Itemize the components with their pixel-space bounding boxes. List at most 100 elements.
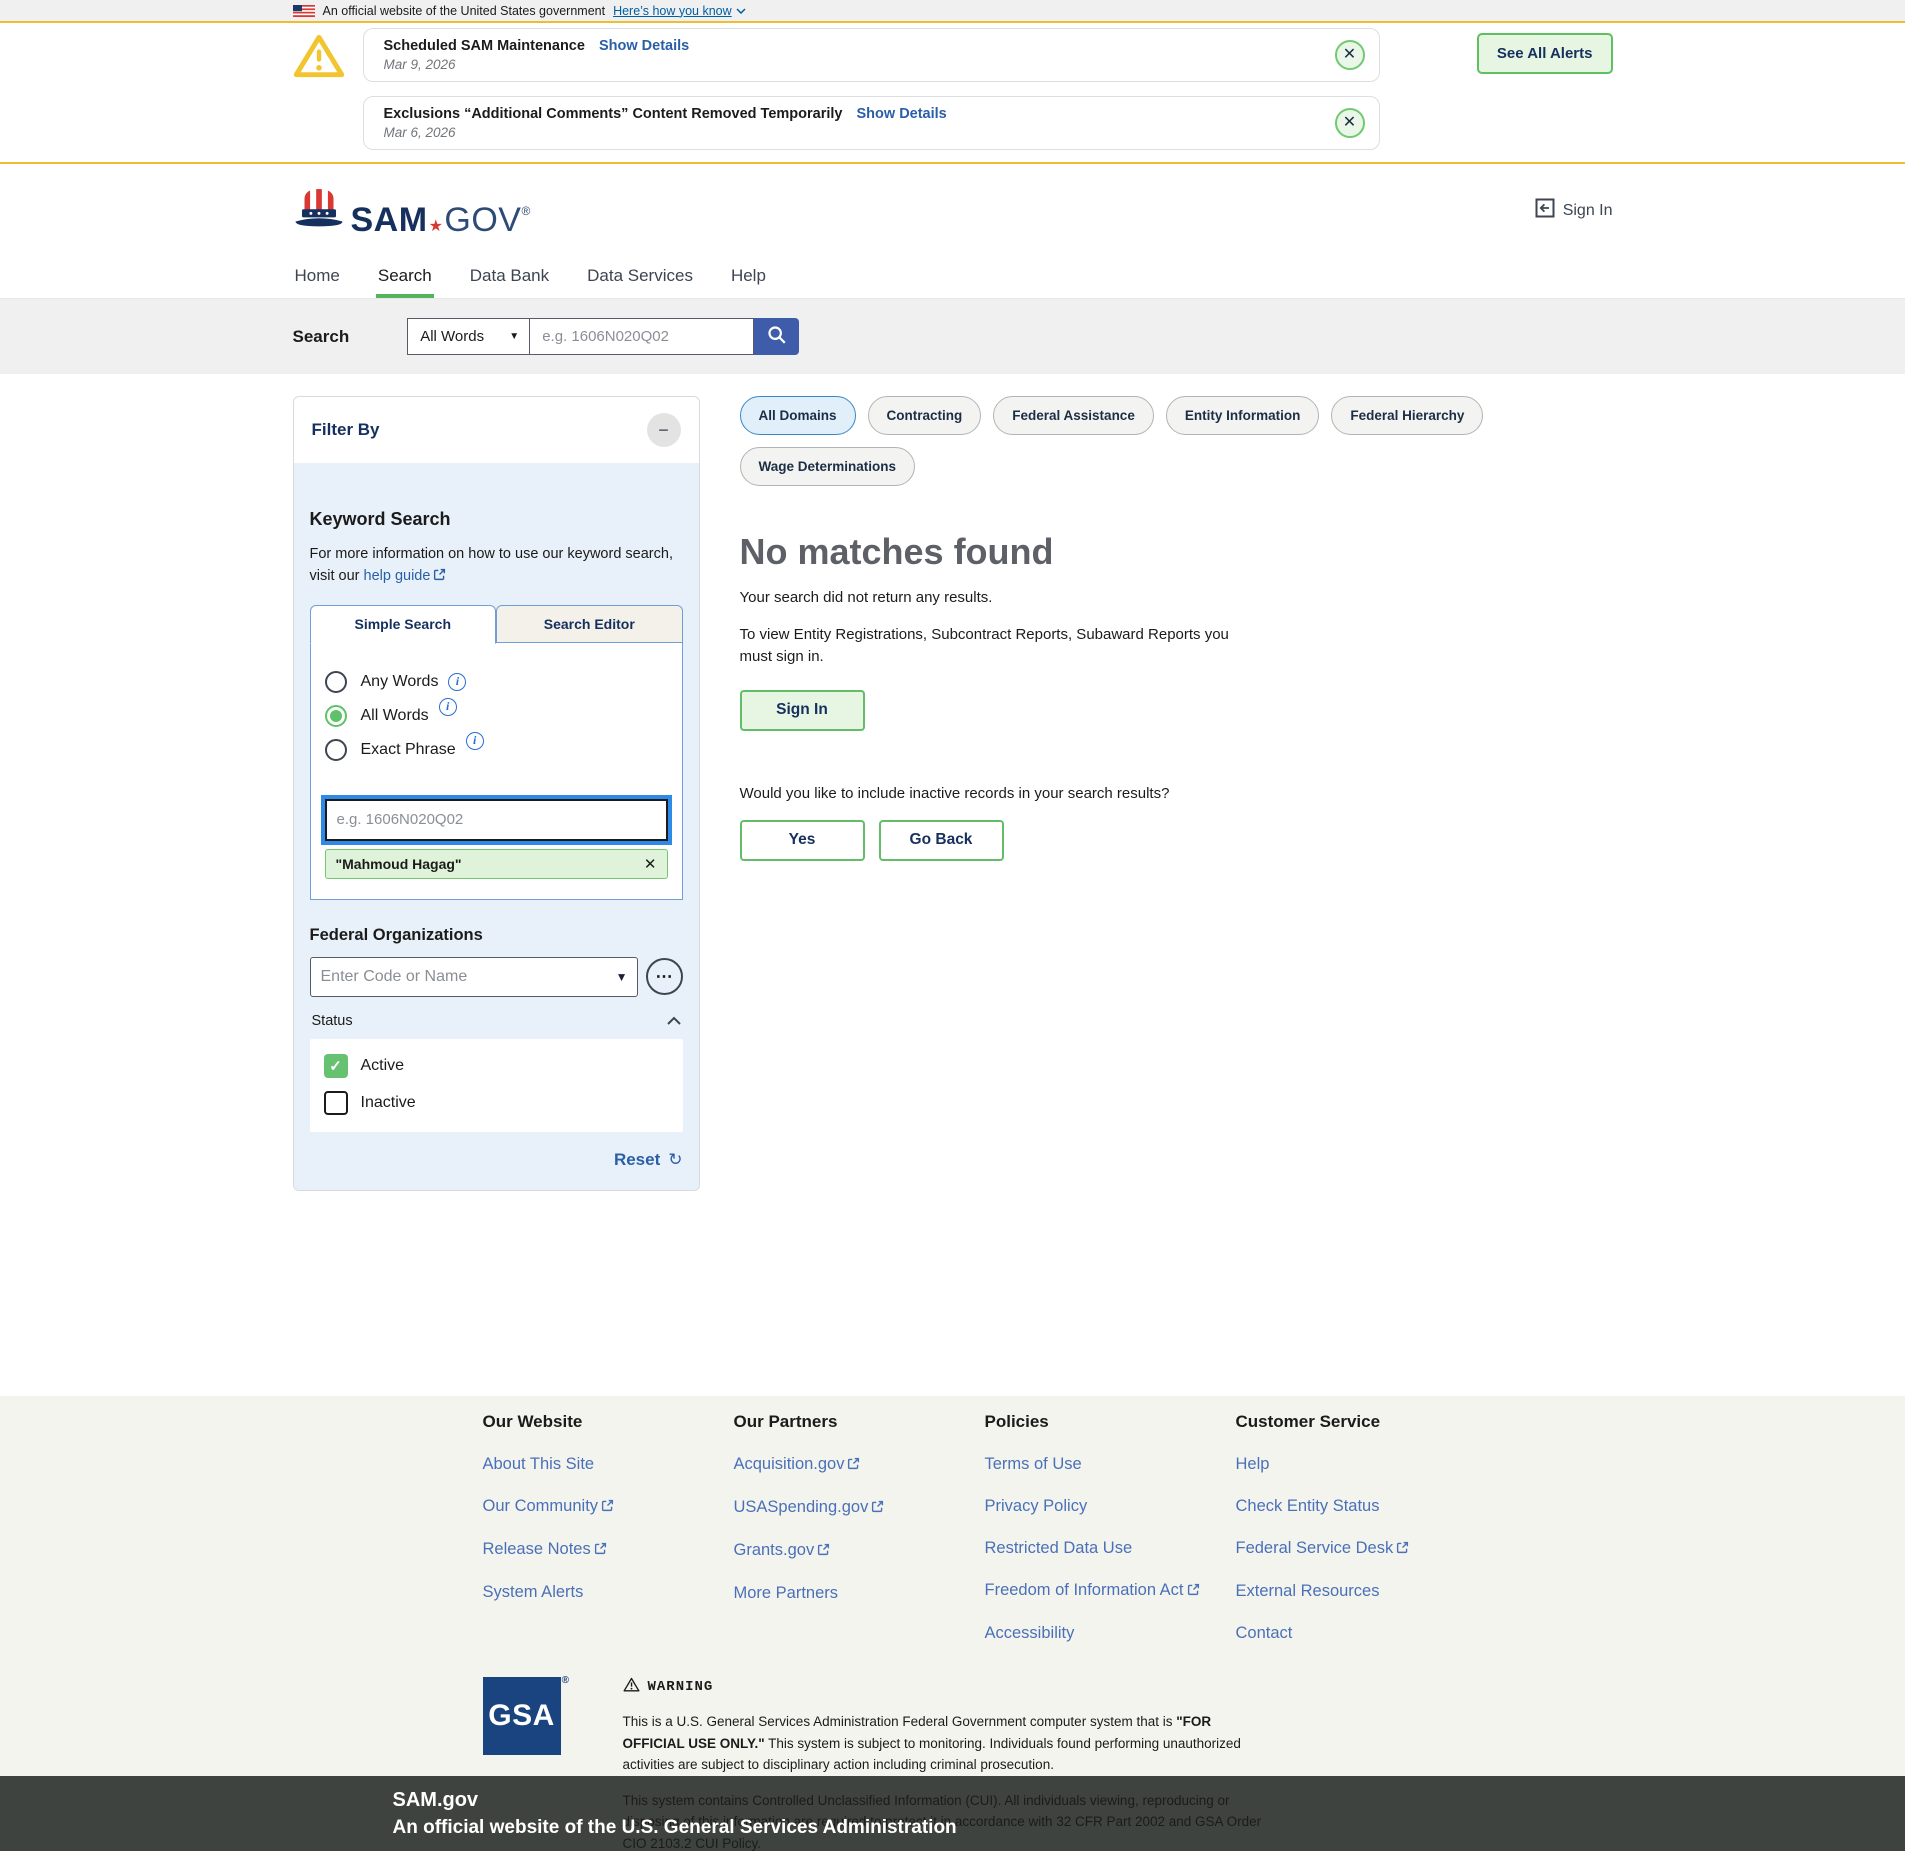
warning-p1-pre: This is a U.S. General Services Administ…: [623, 1714, 1177, 1729]
logo-registered-mark: ®: [521, 205, 530, 217]
footer-link-label: Check Entity Status: [1236, 1497, 1380, 1515]
info-icon[interactable]: i: [466, 732, 484, 750]
footer-link-label: Grants.gov: [734, 1541, 815, 1559]
keyword-chip-label: "Mahmoud Hagag": [336, 856, 462, 872]
filter-panel-title: Filter By: [312, 420, 380, 440]
see-all-alerts-button[interactable]: See All Alerts: [1477, 33, 1613, 74]
footer-column-customer-service: Customer Service Help Check Entity Statu…: [1236, 1412, 1487, 1643]
footer-link[interactable]: Privacy Policy: [985, 1497, 1236, 1516]
caret-down-icon: ▼: [509, 331, 519, 342]
global-search-input[interactable]: [529, 318, 754, 355]
keyword-chip: "Mahmoud Hagag" ✕: [325, 849, 668, 879]
how-you-know-link[interactable]: Here’s how you know: [613, 4, 732, 18]
pill-contracting[interactable]: Contracting: [868, 396, 982, 435]
chevron-down-icon: [736, 8, 746, 14]
keyword-search-input[interactable]: [325, 799, 668, 841]
logo-star-icon: ★: [429, 219, 444, 235]
footer-link[interactable]: Acquisition.gov: [734, 1455, 985, 1475]
checkbox-active[interactable]: ✓: [324, 1054, 348, 1078]
footer-link[interactable]: More Partners: [734, 1584, 985, 1603]
chip-remove-icon[interactable]: ✕: [644, 855, 657, 873]
footer-link[interactable]: Freedom of Information Act: [985, 1581, 1236, 1601]
global-search-bar: Search All Words ▼: [0, 299, 1905, 374]
nav-item-search[interactable]: Search: [376, 257, 434, 298]
no-results-message: Your search did not return any results.: [740, 589, 1613, 606]
pill-federal-assistance[interactable]: Federal Assistance: [993, 396, 1154, 435]
status-options-box: ✓ Active Inactive: [310, 1039, 683, 1132]
footer-column-our-website: Our Website About This Site Our Communit…: [483, 1412, 734, 1643]
footer-link[interactable]: About This Site: [483, 1455, 734, 1474]
nav-item-data-services[interactable]: Data Services: [585, 257, 695, 298]
search-label: Search: [293, 327, 350, 347]
nav-item-home[interactable]: Home: [293, 257, 342, 298]
radio-all-words[interactable]: [325, 705, 347, 727]
search-icon: [766, 324, 788, 349]
checkbox-inactive-label: Inactive: [361, 1094, 416, 1112]
reset-filters-link[interactable]: Reset: [614, 1150, 660, 1170]
federal-org-more-button[interactable]: ⋯: [646, 958, 683, 995]
reset-icon[interactable]: ↻: [668, 1150, 682, 1170]
radio-exact-phrase[interactable]: [325, 739, 347, 761]
footer-link[interactable]: System Alerts: [483, 1583, 734, 1602]
footer-link[interactable]: Our Community: [483, 1497, 734, 1517]
footer-link-label: Restricted Data Use: [985, 1539, 1133, 1557]
footer-link[interactable]: USASpending.gov: [734, 1498, 985, 1518]
federal-org-input[interactable]: [310, 957, 638, 997]
header-sign-in-link[interactable]: Sign In: [1535, 198, 1613, 223]
nav-item-data-bank[interactable]: Data Bank: [468, 257, 551, 298]
footer-link[interactable]: Federal Service Desk: [1236, 1539, 1487, 1559]
footer-link[interactable]: Accessibility: [985, 1624, 1236, 1643]
footer-link[interactable]: Help: [1236, 1455, 1487, 1474]
footer-column-heading: Our Website: [483, 1412, 734, 1432]
pill-federal-hierarchy[interactable]: Federal Hierarchy: [1331, 396, 1483, 435]
chevron-up-icon[interactable]: [667, 1016, 681, 1025]
radio-any-words[interactable]: [325, 671, 347, 693]
alert-close-button[interactable]: ✕: [1335, 108, 1365, 138]
sam-gov-logo[interactable]: SAM★GOV®: [293, 185, 531, 237]
footer-link[interactable]: Check Entity Status: [1236, 1497, 1487, 1516]
alert-title: Scheduled SAM Maintenance: [384, 38, 585, 54]
radio-all-words-label: All Words: [361, 707, 429, 725]
sign-in-button[interactable]: Sign In: [740, 690, 865, 731]
external-link-icon: [871, 1499, 884, 1518]
filter-collapse-button[interactable]: −: [647, 413, 681, 447]
pill-wage-determinations[interactable]: Wage Determinations: [740, 447, 916, 486]
sign-in-label: Sign In: [1563, 202, 1613, 220]
checkbox-inactive[interactable]: [324, 1091, 348, 1115]
nav-item-help[interactable]: Help: [729, 257, 768, 298]
footer-link[interactable]: External Resources: [1236, 1582, 1487, 1601]
warning-triangle-icon: [293, 66, 345, 83]
info-icon[interactable]: i: [439, 698, 457, 716]
alert-close-button[interactable]: ✕: [1335, 40, 1365, 70]
filter-panel: Filter By − Keyword Search For more info…: [293, 396, 700, 1191]
footer-link[interactable]: Grants.gov: [734, 1541, 985, 1561]
pill-all-domains[interactable]: All Domains: [740, 396, 856, 435]
alert-show-details-link[interactable]: Show Details: [599, 38, 689, 54]
pill-entity-information[interactable]: Entity Information: [1166, 396, 1320, 435]
external-link-icon: [601, 1498, 614, 1517]
footer-link[interactable]: Release Notes: [483, 1540, 734, 1560]
keyword-search-heading: Keyword Search: [310, 509, 683, 530]
no-matches-title: No matches found: [740, 531, 1613, 573]
logo-sam-text: SAM: [351, 203, 428, 237]
search-submit-button[interactable]: [754, 318, 799, 355]
alert-item: Exclusions “Additional Comments” Content…: [363, 96, 1380, 150]
gsa-logo: GSA ®: [483, 1677, 561, 1755]
footer-link-label: Terms of Use: [985, 1455, 1082, 1473]
footer-link[interactable]: Contact: [1236, 1624, 1487, 1643]
gov-banner: An official website of the United States…: [0, 0, 1905, 23]
external-link-icon: [847, 1456, 860, 1475]
search-mode-select[interactable]: All Words ▼: [407, 318, 529, 355]
site-header: SAM★GOV® Sign In: [0, 164, 1905, 257]
footer-link[interactable]: Restricted Data Use: [985, 1539, 1236, 1558]
footer-link[interactable]: Terms of Use: [985, 1455, 1236, 1474]
info-icon[interactable]: i: [448, 673, 466, 691]
help-guide-link[interactable]: help guide: [364, 568, 431, 584]
footer-link-label: Accessibility: [985, 1624, 1075, 1642]
yes-button[interactable]: Yes: [740, 820, 865, 861]
alert-show-details-link[interactable]: Show Details: [857, 106, 947, 122]
go-back-button[interactable]: Go Back: [879, 820, 1004, 861]
tab-simple-search[interactable]: Simple Search: [310, 605, 497, 644]
federal-organizations-heading: Federal Organizations: [310, 926, 683, 945]
tab-search-editor[interactable]: Search Editor: [496, 605, 683, 643]
